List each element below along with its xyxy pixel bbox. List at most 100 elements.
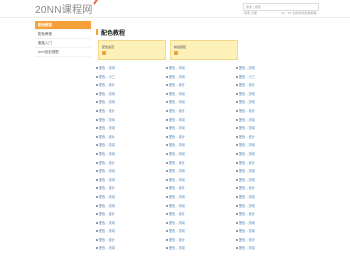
bullet-icon bbox=[96, 238, 98, 241]
list-item[interactable]: 配色 - 设计 bbox=[166, 159, 226, 168]
list-item[interactable]: 配色 - 流动 bbox=[236, 124, 296, 133]
list-item[interactable]: 配色 - 设计 bbox=[96, 81, 156, 90]
bullet-icon bbox=[236, 195, 238, 198]
list-item[interactable]: 配色 - 流动 bbox=[96, 116, 156, 125]
list-item[interactable]: 配色 - 流动 bbox=[236, 64, 296, 73]
list-item[interactable]: 配色 - 流动 bbox=[166, 64, 226, 73]
list-item[interactable]: 配色 - 流动 bbox=[166, 176, 226, 185]
list-item[interactable]: 配色 - 设计 bbox=[166, 210, 226, 219]
list-item[interactable]: 配色 - 小三 bbox=[96, 73, 156, 82]
list-item[interactable]: 配色 - 流动 bbox=[166, 219, 226, 228]
list-item[interactable]: 配色 - 设计 bbox=[96, 159, 156, 168]
list-item[interactable]: 配色 - 设计 bbox=[96, 236, 156, 245]
search-input[interactable]: 搜索 | 搜索 bbox=[243, 3, 319, 11]
list-item[interactable]: 配色 - 设计 bbox=[236, 81, 296, 90]
list-item[interactable]: 配色 - 小三 bbox=[236, 73, 296, 82]
page-title: 配色教程 bbox=[101, 30, 126, 37]
category-card[interactable]: 配色速查 bbox=[98, 40, 166, 60]
list-item[interactable]: 配色 - 流动 bbox=[96, 202, 156, 211]
list-item[interactable]: 配色 - 设计 bbox=[236, 210, 296, 219]
list-item-label: 配色 - 流动 bbox=[169, 117, 185, 122]
list-item[interactable]: 配色 - 流动 bbox=[236, 116, 296, 125]
list-item[interactable]: 配色 - 流动 bbox=[236, 90, 296, 99]
list-item[interactable]: 配色 - 设计 bbox=[236, 184, 296, 193]
list-item[interactable]: 配色 - 设计 bbox=[166, 184, 226, 193]
list-item[interactable]: 配色 - 设计 bbox=[166, 81, 226, 90]
list-item[interactable]: 配色 - 流动 bbox=[96, 227, 156, 236]
list-item[interactable]: 配色 - 流动 bbox=[166, 202, 226, 211]
list-item[interactable]: 配色 - 设计 bbox=[236, 133, 296, 142]
site-logo[interactable]: 20NN课程网 bbox=[35, 1, 93, 16]
list-item[interactable]: 配色 - 流动 bbox=[166, 150, 226, 159]
list-item[interactable]: 配色 - 流动 bbox=[166, 244, 226, 253]
bullet-icon bbox=[96, 75, 98, 78]
list-item[interactable]: 配色 - 流动 bbox=[96, 167, 156, 176]
bullet-icon bbox=[166, 101, 168, 104]
list-item[interactable]: 配色 - 流动 bbox=[96, 124, 156, 133]
list-item[interactable]: 配色 - 流动 bbox=[166, 141, 226, 150]
list-item[interactable]: 配色 - 流动 bbox=[166, 124, 226, 133]
list-item[interactable]: 配色 - 设计 bbox=[96, 184, 156, 193]
list-item[interactable]: 配色 - 流动 bbox=[96, 64, 156, 73]
bullet-icon bbox=[96, 118, 98, 121]
list-item[interactable]: 配色 - 流动 bbox=[236, 167, 296, 176]
sidebar-item-0[interactable]: 配色教程 bbox=[35, 21, 91, 30]
bullet-icon bbox=[166, 221, 168, 224]
list-item[interactable]: 配色 - 流动 bbox=[236, 176, 296, 185]
list-item[interactable]: 配色 - 流动 bbox=[166, 227, 226, 236]
list-item-label: 配色 - 流动 bbox=[169, 220, 185, 225]
list-item[interactable]: 配色 - 流动 bbox=[236, 219, 296, 228]
sidebar-item-3[interactable]: mm色彩搭配 bbox=[35, 48, 91, 57]
list-item[interactable]: 配色 - 流动 bbox=[166, 90, 226, 99]
list-item[interactable]: 配色 - 流动 bbox=[166, 116, 226, 125]
link-column: 配色 - 流动 配色 - 小三 配色 - 设计 配色 - 流动 配色 - 流动 配色 - … bbox=[96, 64, 156, 253]
list-item[interactable]: 配色 - 流动 bbox=[96, 90, 156, 99]
bullet-icon bbox=[166, 67, 168, 69]
list-item-label: 配色 - 流动 bbox=[99, 177, 115, 182]
list-item[interactable]: 配色 - 设计 bbox=[236, 159, 296, 168]
list-item[interactable]: 配色 - 流动 bbox=[236, 193, 296, 202]
list-item[interactable]: 配色 - 流动 bbox=[166, 193, 226, 202]
category-card[interactable]: 精选搭配 bbox=[170, 40, 238, 60]
list-item[interactable]: 配色 - 设计 bbox=[236, 236, 296, 245]
list-item[interactable]: 配色 - 流动 bbox=[166, 73, 226, 82]
list-item[interactable]: 配色 - 流动 bbox=[236, 98, 296, 107]
list-item[interactable]: 配色 - 流动 bbox=[96, 141, 156, 150]
bullet-icon bbox=[166, 213, 168, 216]
list-item[interactable]: 配色 - 流动 bbox=[96, 244, 156, 253]
bullet-icon bbox=[236, 127, 238, 130]
bullet-icon bbox=[236, 118, 238, 121]
list-item[interactable]: 配色 - 设计 bbox=[236, 107, 296, 116]
list-item-label: 配色 - 设计 bbox=[169, 237, 185, 242]
list-item[interactable]: 配色 - 流动 bbox=[96, 98, 156, 107]
list-item-label: 配色 - 设计 bbox=[99, 160, 115, 165]
list-item[interactable]: 配色 - 设计 bbox=[166, 107, 226, 116]
bullet-icon bbox=[96, 161, 98, 164]
list-item[interactable]: 配色 - 流动 bbox=[96, 176, 156, 185]
bullet-icon bbox=[96, 204, 98, 207]
list-item[interactable]: 配色 - 流动 bbox=[96, 193, 156, 202]
list-item[interactable]: 配色 - 流动 bbox=[236, 141, 296, 150]
list-item[interactable]: 配色 - 流动 bbox=[96, 219, 156, 228]
list-item-label: 配色 - 设计 bbox=[239, 160, 255, 165]
list-item[interactable]: 配色 - 流动 bbox=[236, 202, 296, 211]
list-item[interactable]: 配色 - 设计 bbox=[96, 210, 156, 219]
list-item[interactable]: 配色 - 流动 bbox=[236, 150, 296, 159]
list-item-label: 配色 - 设计 bbox=[169, 160, 185, 165]
list-item[interactable]: 配色 - 设计 bbox=[96, 133, 156, 142]
list-item[interactable]: 配色 - 设计 bbox=[166, 133, 226, 142]
list-item[interactable]: 配色 - 流动 bbox=[166, 98, 226, 107]
list-item[interactable]: 配色 - 流动 bbox=[166, 167, 226, 176]
list-item[interactable]: 配色 - 设计 bbox=[96, 107, 156, 116]
list-item-label: 配色 - 流动 bbox=[99, 143, 115, 148]
bullet-icon bbox=[96, 109, 98, 112]
bullet-icon bbox=[166, 144, 168, 147]
bullet-icon bbox=[236, 247, 238, 250]
list-item[interactable]: 配色 - 设计 bbox=[166, 236, 226, 245]
sidebar-item-1[interactable]: 配色教程 bbox=[35, 30, 91, 39]
list-item[interactable]: 配色 - 流动 bbox=[236, 244, 296, 253]
header-meta-links[interactable]: 24 · 42 如何学好配色教程 bbox=[281, 11, 316, 15]
list-item[interactable]: 配色 - 流动 bbox=[236, 227, 296, 236]
list-item[interactable]: 配色 - 流动 bbox=[96, 150, 156, 159]
sidebar-item-2[interactable]: 服装入门 bbox=[35, 39, 91, 48]
